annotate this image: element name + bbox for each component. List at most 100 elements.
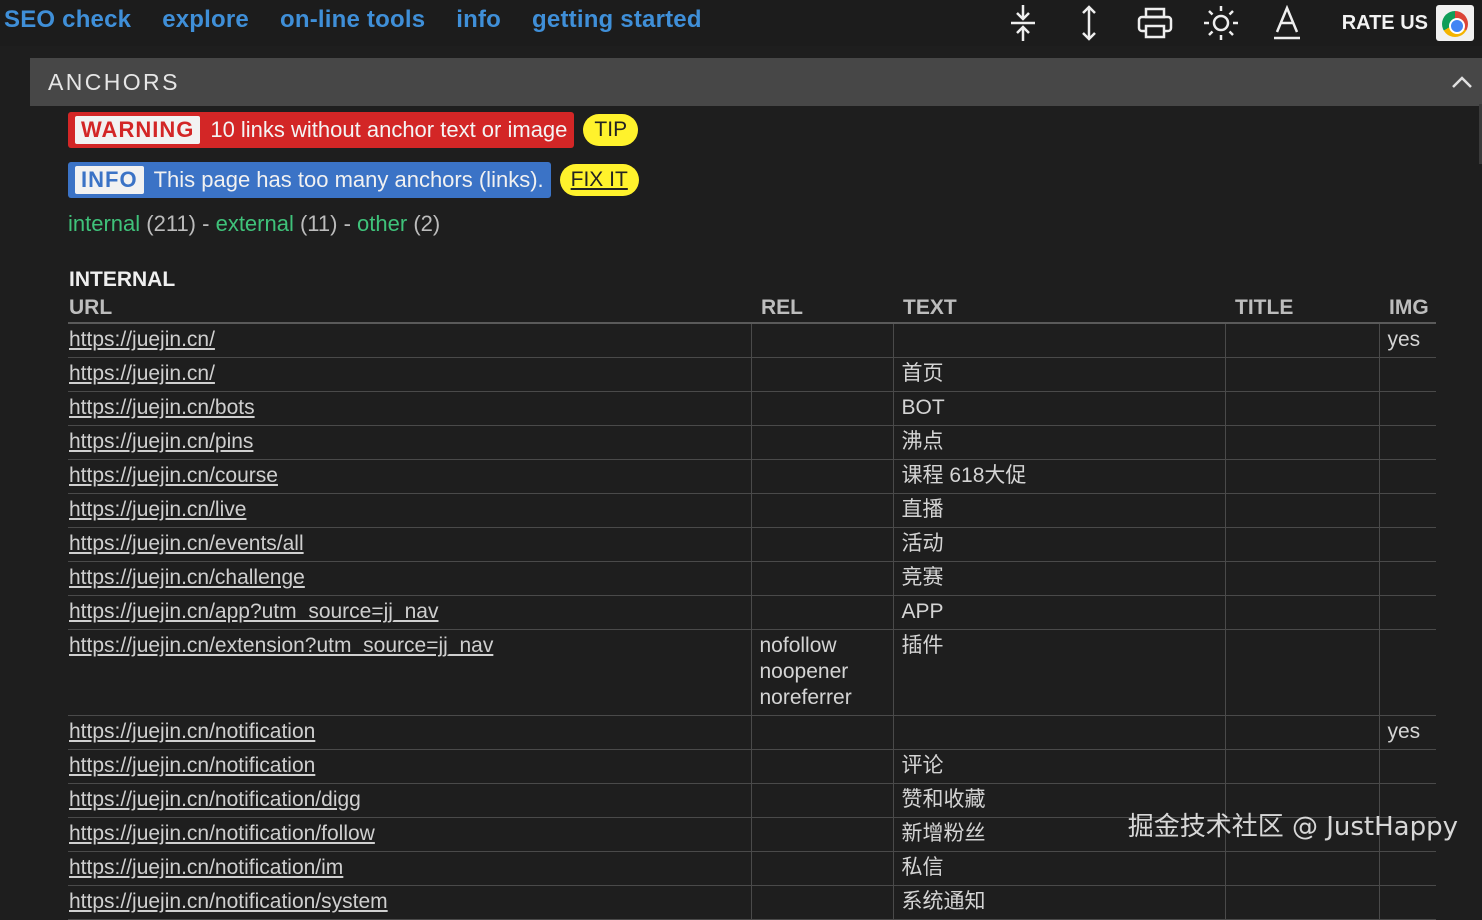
row-title-cell (1224, 561, 1379, 596)
separator: - (337, 211, 358, 236)
row-url[interactable]: https://juejin.cn/live (69, 498, 246, 521)
info-box: INFO This page has too many anchors (lin… (68, 162, 551, 198)
header-title: TITLE (1225, 294, 1379, 324)
nav-explore[interactable]: explore (162, 6, 249, 34)
row-text: 竞赛 (901, 566, 944, 589)
row-title-cell (1224, 885, 1379, 920)
row-url[interactable]: https://juejin.cn/events/all (69, 532, 304, 555)
rate-us-button[interactable]: RATE US (1342, 5, 1474, 41)
header-url: URL (68, 294, 751, 324)
row-url[interactable]: https://juejin.cn/notification (69, 720, 315, 743)
table-row: https://juejin.cn/notification/im 私信 (68, 851, 1436, 886)
row-img: yes (1387, 328, 1421, 351)
row-img-cell (1378, 885, 1436, 920)
row-rel-cell (750, 493, 893, 528)
row-text: 插件 (901, 634, 944, 657)
row-rel-cell (750, 749, 893, 784)
info-message: INFO This page has too many anchors (lin… (68, 162, 639, 198)
row-url-cell: https://juejin.cn/notification/im (68, 851, 751, 886)
other-link[interactable]: other (357, 211, 407, 236)
row-text-cell: 评论 (892, 749, 1225, 784)
row-url[interactable]: https://juejin.cn/notification/system (69, 890, 388, 913)
expand-vertical-icon[interactable] (1056, 0, 1122, 46)
main-nav: SEO check explore on-line tools info get… (4, 6, 702, 34)
nav-getting-started[interactable]: getting started (532, 6, 702, 34)
row-text: APP (901, 600, 944, 623)
row-text: 私信 (901, 856, 944, 879)
row-text-cell: 课程 618大促 (892, 459, 1225, 494)
row-rel-cell (750, 851, 893, 886)
nav-seo-check[interactable]: SEO check (4, 6, 131, 34)
row-url[interactable]: https://juejin.cn/ (69, 362, 215, 385)
row-img-cell (1378, 595, 1436, 630)
row-url[interactable]: https://juejin.cn/notification/digg (69, 788, 361, 811)
header-img: IMG (1379, 294, 1436, 324)
row-url[interactable]: https://juejin.cn/ (69, 328, 215, 351)
nav-online-tools[interactable]: on-line tools (280, 6, 425, 34)
row-url-cell: https://juejin.cn/bots (68, 391, 751, 426)
row-rel-cell (750, 425, 893, 460)
row-url[interactable]: https://juejin.cn/notification/follow (69, 822, 375, 845)
row-rel-cell (750, 391, 893, 426)
warning-box: WARNING 10 links without anchor text or … (68, 112, 575, 148)
row-text: 沸点 (901, 430, 944, 453)
warning-label: WARNING (75, 116, 201, 144)
external-link[interactable]: external (216, 211, 294, 236)
row-url[interactable]: https://juejin.cn/notification (69, 754, 315, 777)
row-text-cell: 活动 (892, 527, 1225, 562)
external-count: (11) (299, 211, 338, 236)
font-icon[interactable] (1254, 0, 1320, 46)
print-icon[interactable] (1122, 0, 1188, 46)
row-text: 课程 618大促 (901, 464, 1027, 487)
warning-text: 10 links without anchor text or image (210, 117, 568, 142)
table-row: https://juejin.cn/首页 (68, 357, 1436, 392)
row-rel-cell (750, 323, 893, 358)
toolbar: RATE US (990, 0, 1482, 46)
brightness-icon[interactable] (1188, 0, 1254, 46)
table-row: https://juejin.cn/challenge 竞赛 (68, 561, 1436, 596)
info-label: INFO (75, 166, 144, 194)
row-url-cell: https://juejin.cn/ (68, 323, 751, 358)
row-img-cell (1378, 391, 1436, 426)
row-img-cell (1378, 851, 1436, 886)
row-rel-cell (750, 357, 893, 392)
row-text: 直播 (901, 498, 944, 521)
rate-us-label: RATE US (1341, 11, 1428, 34)
row-img-cell: yes (1378, 323, 1436, 358)
row-url[interactable]: https://juejin.cn/notification/im (69, 856, 343, 879)
row-img-cell (1378, 357, 1436, 392)
row-title-cell (1224, 391, 1379, 426)
collapse-vertical-icon[interactable] (990, 0, 1056, 46)
table-row: https://juejin.cn/notification/system 系统通… (68, 885, 1436, 920)
table-header-row: URL REL TEXT TITLE IMG (68, 294, 1436, 324)
row-url-cell: https://juejin.cn/pins (68, 425, 751, 460)
internal-link[interactable]: internal (68, 211, 140, 236)
row-url-cell: https://juejin.cn/extension?utm_source=j… (68, 629, 751, 716)
chevron-up-icon[interactable] (1450, 72, 1474, 92)
separator: - (196, 211, 216, 236)
table-row: https://juejin.cn/bots BOT (68, 391, 1436, 426)
row-url[interactable]: https://juejin.cn/app?utm_source=jj_nav (69, 600, 438, 623)
fix-it-button[interactable]: FIX IT (559, 164, 639, 196)
row-title-cell (1224, 851, 1379, 886)
row-url[interactable]: https://juejin.cn/pins (69, 430, 253, 453)
row-url-cell: https://juejin.cn/app?utm_source=jj_nav (68, 595, 751, 630)
row-url[interactable]: https://juejin.cn/extension?utm_source=j… (69, 634, 493, 657)
watermark: 掘金技术社区 @ JustHappy (1127, 812, 1458, 842)
row-text-cell (892, 715, 1225, 750)
tip-button[interactable]: TIP (583, 114, 639, 146)
anchors-section-header[interactable]: ANCHORS (30, 58, 1482, 106)
row-text: 评论 (901, 754, 944, 777)
anchor-summary: internal (211) - external (11) - other (… (68, 211, 440, 237)
row-url-cell: https://juejin.cn/notification/digg (68, 783, 751, 818)
row-url[interactable]: https://juejin.cn/challenge (69, 566, 305, 589)
row-title-cell (1224, 715, 1379, 750)
row-url[interactable]: https://juejin.cn/bots (69, 396, 255, 419)
row-title-cell (1224, 425, 1379, 460)
table-row: https://juejin.cn/extension?utm_source=j… (68, 629, 1436, 716)
nav-info[interactable]: info (456, 6, 501, 34)
row-rel-cell (750, 783, 893, 818)
row-url-cell: https://juejin.cn/course (68, 459, 751, 494)
row-url[interactable]: https://juejin.cn/course (69, 464, 278, 487)
row-text: BOT (901, 396, 945, 419)
